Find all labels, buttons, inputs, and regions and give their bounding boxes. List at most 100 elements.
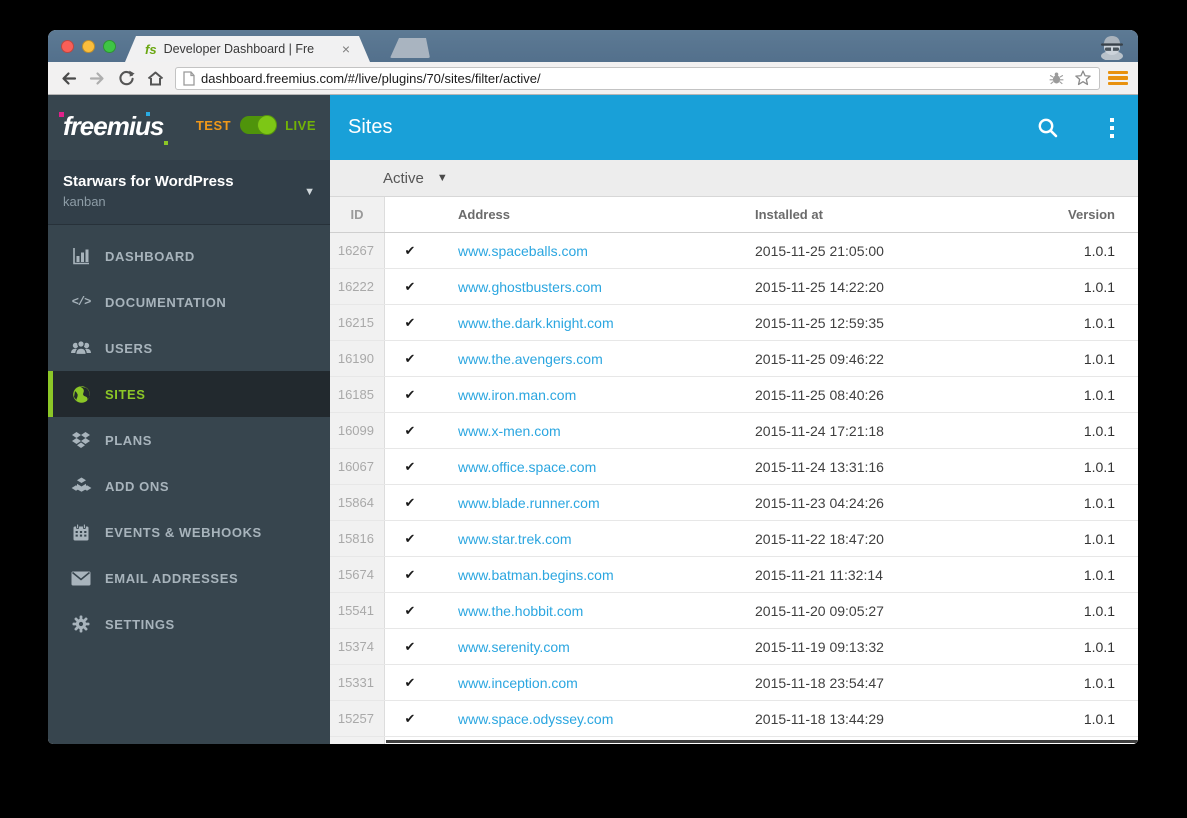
table-header: ID Address Installed at Version <box>330 197 1138 233</box>
page-icon <box>183 70 195 86</box>
toggle-knob[interactable] <box>257 115 278 135</box>
version-value: 1.0.1 <box>1083 386 1115 403</box>
site-address-link[interactable]: www.spaceballs.com <box>458 233 588 268</box>
tab-close-icon[interactable]: × <box>342 42 350 56</box>
site-address-link[interactable]: www.serenity.com <box>458 629 570 664</box>
site-address-link[interactable]: www.blade.runner.com <box>458 485 600 520</box>
installed-at-value: 2015-11-25 21:05:00 <box>755 242 884 259</box>
sidebar-item-documentation[interactable]: </> DOCUMENTATION <box>48 279 330 325</box>
back-button[interactable] <box>56 66 80 90</box>
check-icon: ✔ <box>404 494 416 510</box>
close-window-button[interactable] <box>61 40 74 53</box>
bug-icon[interactable] <box>1048 70 1065 87</box>
site-address-link[interactable]: www.ghostbusters.com <box>458 269 602 304</box>
sidebar-item-label: ADD ONS <box>105 478 170 494</box>
sidebar-menu: DASHBOARD </> DOCUMENTATION USERS SITES PLANS… <box>48 233 330 647</box>
sidebar-item-label: DOCUMENTATION <box>105 294 227 310</box>
site-address-link[interactable]: www.inception.com <box>458 665 578 700</box>
check-icon: ✔ <box>404 602 416 618</box>
row-id-cell: 15674 <box>330 557 385 592</box>
envelope-icon <box>70 568 92 588</box>
zoom-window-button[interactable] <box>103 40 116 53</box>
installed-at-value: 2015-11-18 23:54:47 <box>755 674 884 691</box>
table-row: 15374 ✔ www.serenity.com 2015-11-19 09:13:3… <box>330 629 1138 665</box>
check-icon: ✔ <box>404 278 416 294</box>
table-row: 15331 ✔ www.inception.com 2015-11-18 23:54:… <box>330 665 1138 701</box>
check-icon: ✔ <box>404 350 416 366</box>
url-text[interactable]: dashboard.freemius.com/#/live/plugins/70… <box>201 71 1048 86</box>
sidebar-item-label: USERS <box>105 340 153 356</box>
search-icon[interactable] <box>1036 116 1060 140</box>
reload-button[interactable] <box>114 66 138 90</box>
table-row: 15816 ✔ www.star.trek.com 2015-11-22 18:47:… <box>330 521 1138 557</box>
calendar-icon <box>70 522 92 542</box>
site-address-link[interactable]: www.the.dark.knight.com <box>458 305 614 340</box>
sidebar-item-sites[interactable]: SITES <box>48 371 330 417</box>
tab-strip: fs Developer Dashboard | Fre × <box>48 30 1138 62</box>
window-controls <box>61 40 116 53</box>
sidebar-item-label: SETTINGS <box>105 616 175 632</box>
installed-at-value: 2015-11-20 09:05:27 <box>755 602 884 619</box>
installed-at-value: 2015-11-24 13:31:16 <box>755 458 884 475</box>
row-id-cell: 15257 <box>330 701 385 736</box>
row-id-cell: 16099 <box>330 413 385 448</box>
plugin-selector[interactable]: Starwars for WordPress kanban ▼ <box>48 160 330 225</box>
site-address-link[interactable]: www.office.space.com <box>458 449 596 484</box>
installed-at-value: 2015-11-24 17:21:18 <box>755 422 884 439</box>
site-address-link[interactable]: www.the.hobbit.com <box>458 593 583 628</box>
sidebar-item-settings[interactable]: SETTINGS <box>48 601 330 647</box>
home-button[interactable] <box>143 66 167 90</box>
browser-tab[interactable]: fs Developer Dashboard | Fre × <box>125 36 370 62</box>
cubes-icon <box>70 476 92 496</box>
globe-icon <box>70 384 92 404</box>
filter-caret-icon[interactable]: ▼ <box>437 172 448 184</box>
test-live-toggle[interactable] <box>240 115 278 135</box>
site-address-link[interactable]: www.the.avengers.com <box>458 341 603 376</box>
users-icon <box>70 338 92 358</box>
site-address-link[interactable]: www.batman.begins.com <box>458 557 614 592</box>
table-row: 16222 ✔ www.ghostbusters.com 2015-11-25 14:… <box>330 269 1138 305</box>
sidebar-item-email-addresses[interactable]: EMAIL ADDRESSES <box>48 555 330 601</box>
main-panel: Sites Active ▼ ID Address Installed at V… <box>330 95 1138 744</box>
new-tab-button[interactable] <box>390 38 430 58</box>
logo-accent-pink <box>59 112 64 117</box>
table-row: 15864 ✔ www.blade.runner.com 2015-11-23 04:… <box>330 485 1138 521</box>
installed-at-value: 2015-11-25 08:40:26 <box>755 386 884 403</box>
logo-accent-blue <box>146 112 150 116</box>
site-address-link[interactable]: www.iron.man.com <box>458 377 576 412</box>
check-icon: ✔ <box>404 638 416 654</box>
version-value: 1.0.1 <box>1083 314 1115 331</box>
table-row: 16099 ✔ www.x-men.com 2015-11-24 17:21:18 1.… <box>330 413 1138 449</box>
sidebar-item-events-webhooks[interactable]: EVENTS & WEBHOOKS <box>48 509 330 555</box>
version-value: 1.0.1 <box>1083 530 1115 547</box>
gear-icon <box>70 614 92 634</box>
column-header-address: Address <box>458 207 511 222</box>
check-icon: ✔ <box>404 710 416 726</box>
site-address-link[interactable]: www.space.odyssey.com <box>458 701 613 736</box>
sidebar-item-label: SITES <box>105 386 146 402</box>
site-address-link[interactable]: www.star.trek.com <box>458 521 572 556</box>
table-row: 16267 ✔ www.spaceballs.com 2015-11-25 21:05… <box>330 233 1138 269</box>
freemius-logo: freemius <box>59 111 168 145</box>
bookmark-star-icon[interactable] <box>1074 69 1092 87</box>
check-icon: ✔ <box>404 242 416 258</box>
kebab-menu-icon[interactable] <box>1100 116 1124 140</box>
site-address-link[interactable]: www.x-men.com <box>458 413 561 448</box>
sidebar-item-add-ons[interactable]: ADD ONS <box>48 463 330 509</box>
browser-menu-icon[interactable] <box>1108 71 1128 85</box>
url-bar[interactable]: dashboard.freemius.com/#/live/plugins/70… <box>175 66 1100 90</box>
minimize-window-button[interactable] <box>82 40 95 53</box>
sidebar-item-dashboard[interactable]: DASHBOARD <box>48 233 330 279</box>
check-icon: ✔ <box>404 566 416 582</box>
filter-dropdown[interactable]: Active <box>383 170 424 187</box>
sidebar-item-users[interactable]: USERS <box>48 325 330 371</box>
check-icon: ✔ <box>404 386 416 402</box>
version-value: 1.0.1 <box>1083 566 1115 583</box>
forward-button[interactable] <box>85 66 109 90</box>
sidebar-item-plans[interactable]: PLANS <box>48 417 330 463</box>
chevron-down-icon[interactable]: ▼ <box>304 186 315 198</box>
table-row: 15541 ✔ www.the.hobbit.com 2015-11-20 09:05… <box>330 593 1138 629</box>
plans-icon <box>70 430 92 450</box>
bar-chart-icon <box>70 246 92 266</box>
test-label: TEST <box>195 117 232 133</box>
